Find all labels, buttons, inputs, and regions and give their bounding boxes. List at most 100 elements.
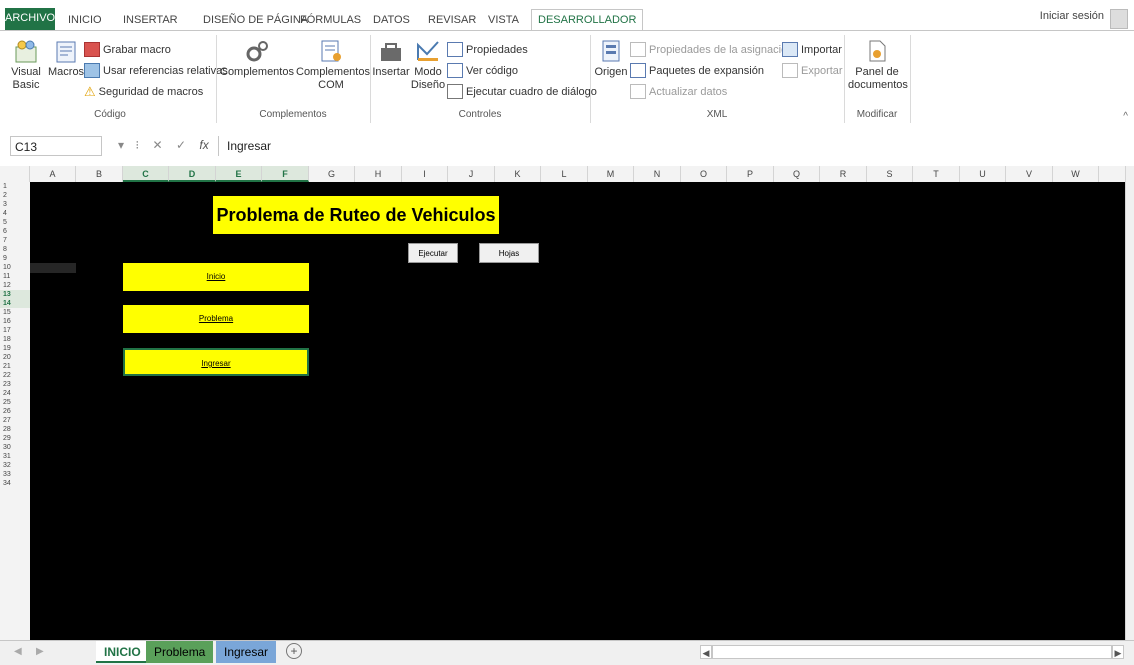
column-f[interactable]: F (262, 166, 309, 182)
column-w[interactable]: W (1053, 166, 1099, 182)
row-number[interactable]: 19 (0, 344, 30, 353)
column-a[interactable]: A (30, 166, 76, 182)
ejecutar-dialogo-button[interactable]: Ejecutar cuadro de diálogo (447, 84, 597, 99)
row-number[interactable]: 12 (0, 281, 30, 290)
row-number[interactable]: 4 (0, 209, 30, 218)
worksheet-grid[interactable]: Problema de Ruteo de Vehiculos Ejecutar … (30, 182, 1126, 640)
row-number[interactable]: 9 (0, 254, 30, 263)
row-number[interactable]: 2 (0, 191, 30, 200)
row-number[interactable]: 7 (0, 236, 30, 245)
column-n[interactable]: N (634, 166, 681, 182)
complementos-button[interactable]: Complementos (220, 39, 294, 79)
row-number[interactable]: 11 (0, 272, 30, 281)
propiedades-button[interactable]: Propiedades (447, 42, 528, 57)
tab-diseno-pagina[interactable]: DISEÑO DE PÁGINA (203, 10, 308, 30)
tab-archivo[interactable]: ARCHIVO (5, 8, 55, 30)
insertar-control-button[interactable]: Insertar (372, 39, 410, 79)
exportar-button[interactable]: Exportar (782, 63, 843, 78)
formula-input[interactable]: Ingresar (218, 136, 1114, 156)
importar-button[interactable]: Importar (782, 42, 842, 57)
tab-desarrollador[interactable]: DESARROLLADOR (531, 9, 644, 31)
tab-revisar[interactable]: REVISAR (428, 10, 476, 30)
row-number[interactable]: 8 (0, 245, 30, 254)
column-m[interactable]: M (588, 166, 634, 182)
row-number[interactable]: 18 (0, 335, 30, 344)
hojas-button[interactable]: Hojas (479, 243, 539, 263)
sign-in-link[interactable]: Iniciar sesión (1040, 10, 1104, 22)
cancel-icon[interactable]: ✕ (153, 138, 163, 152)
seguridad-macros-button[interactable]: ⚠ Seguridad de macros (84, 84, 203, 100)
tab-inicio[interactable]: INICIO (68, 10, 102, 30)
tab-insertar[interactable]: INSERTAR (123, 10, 178, 30)
fx-icon[interactable]: fx (199, 138, 208, 152)
row-number[interactable]: 20 (0, 353, 30, 362)
sheet-tab-ingresar[interactable]: Ingresar (216, 641, 277, 663)
row-number[interactable]: 17 (0, 326, 30, 335)
column-t[interactable]: T (913, 166, 960, 182)
paquetes-expansion-button[interactable]: Paquetes de expansión (630, 63, 764, 78)
scroll-left-icon[interactable]: ◀ (700, 645, 712, 659)
prev-sheet-icon[interactable]: ◀ (14, 646, 22, 657)
row-number[interactable]: 22 (0, 371, 30, 380)
column-s[interactable]: S (867, 166, 913, 182)
column-v[interactable]: V (1006, 166, 1053, 182)
scroll-right-icon[interactable]: ▶ (1112, 645, 1124, 659)
column-k[interactable]: K (495, 166, 541, 182)
tab-formulas[interactable]: FÓRMULAS (300, 10, 361, 30)
visual-basic-button[interactable]: Visual Basic (8, 39, 44, 92)
row-number[interactable]: 5 (0, 218, 30, 227)
row-number[interactable]: 13 (0, 290, 30, 299)
row-number[interactable]: 15 (0, 308, 30, 317)
column-c[interactable]: C (123, 166, 169, 182)
macros-button[interactable]: Macros (48, 39, 84, 79)
row-number[interactable]: 1 (0, 182, 30, 191)
row-number[interactable]: 30 (0, 443, 30, 452)
ver-codigo-button[interactable]: Ver código (447, 63, 518, 78)
row-number[interactable]: 31 (0, 452, 30, 461)
grabar-macro-button[interactable]: Grabar macro (84, 42, 171, 57)
add-sheet-icon[interactable]: + (286, 643, 302, 659)
next-sheet-icon[interactable]: ▶ (36, 646, 44, 657)
tab-vista[interactable]: VISTA (488, 10, 519, 30)
column-e[interactable]: E (216, 166, 262, 182)
row-number[interactable]: 28 (0, 425, 30, 434)
column-i[interactable]: I (402, 166, 448, 182)
row-number[interactable]: 25 (0, 398, 30, 407)
complementos-com-button[interactable]: Complementos COM (296, 39, 370, 92)
referencias-relativas-button[interactable]: Usar referencias relativas (84, 63, 228, 78)
column-j[interactable]: J (448, 166, 495, 182)
collapse-ribbon-icon[interactable]: ^ (1123, 111, 1128, 122)
row-number[interactable]: 29 (0, 434, 30, 443)
column-d[interactable]: D (169, 166, 216, 182)
row-number[interactable]: 21 (0, 362, 30, 371)
row-number[interactable]: 34 (0, 479, 30, 488)
inicio-link[interactable]: Inicio (123, 263, 309, 291)
avatar[interactable] (1110, 9, 1128, 29)
row-number[interactable]: 10 (0, 263, 30, 272)
row-number[interactable]: 32 (0, 461, 30, 470)
tab-datos[interactable]: DATOS (373, 10, 410, 30)
select-all-corner[interactable] (0, 166, 30, 182)
row-number[interactable]: 27 (0, 416, 30, 425)
row-number[interactable]: 33 (0, 470, 30, 479)
column-l[interactable]: L (541, 166, 588, 182)
column-g[interactable]: G (309, 166, 355, 182)
column-b[interactable]: B (76, 166, 123, 182)
horizontal-scrollbar[interactable] (712, 645, 1112, 659)
cell-a7[interactable] (30, 263, 76, 273)
row-number[interactable]: 23 (0, 380, 30, 389)
row-number[interactable]: 3 (0, 200, 30, 209)
column-h[interactable]: H (355, 166, 402, 182)
panel-documentos-button[interactable]: Panel de documentos (848, 39, 908, 92)
ejecutar-button[interactable]: Ejecutar (408, 243, 458, 263)
origen-button[interactable]: Origen (594, 39, 628, 79)
column-p[interactable]: P (727, 166, 774, 182)
dropdown-icon[interactable]: ▾ (118, 138, 124, 152)
ingresar-link[interactable]: Ingresar (123, 348, 309, 376)
column-o[interactable]: O (681, 166, 727, 182)
problema-link[interactable]: Problema (123, 305, 309, 333)
enter-icon[interactable]: ✓ (176, 138, 186, 152)
row-number[interactable]: 6 (0, 227, 30, 236)
column-q[interactable]: Q (774, 166, 820, 182)
row-number[interactable]: 24 (0, 389, 30, 398)
